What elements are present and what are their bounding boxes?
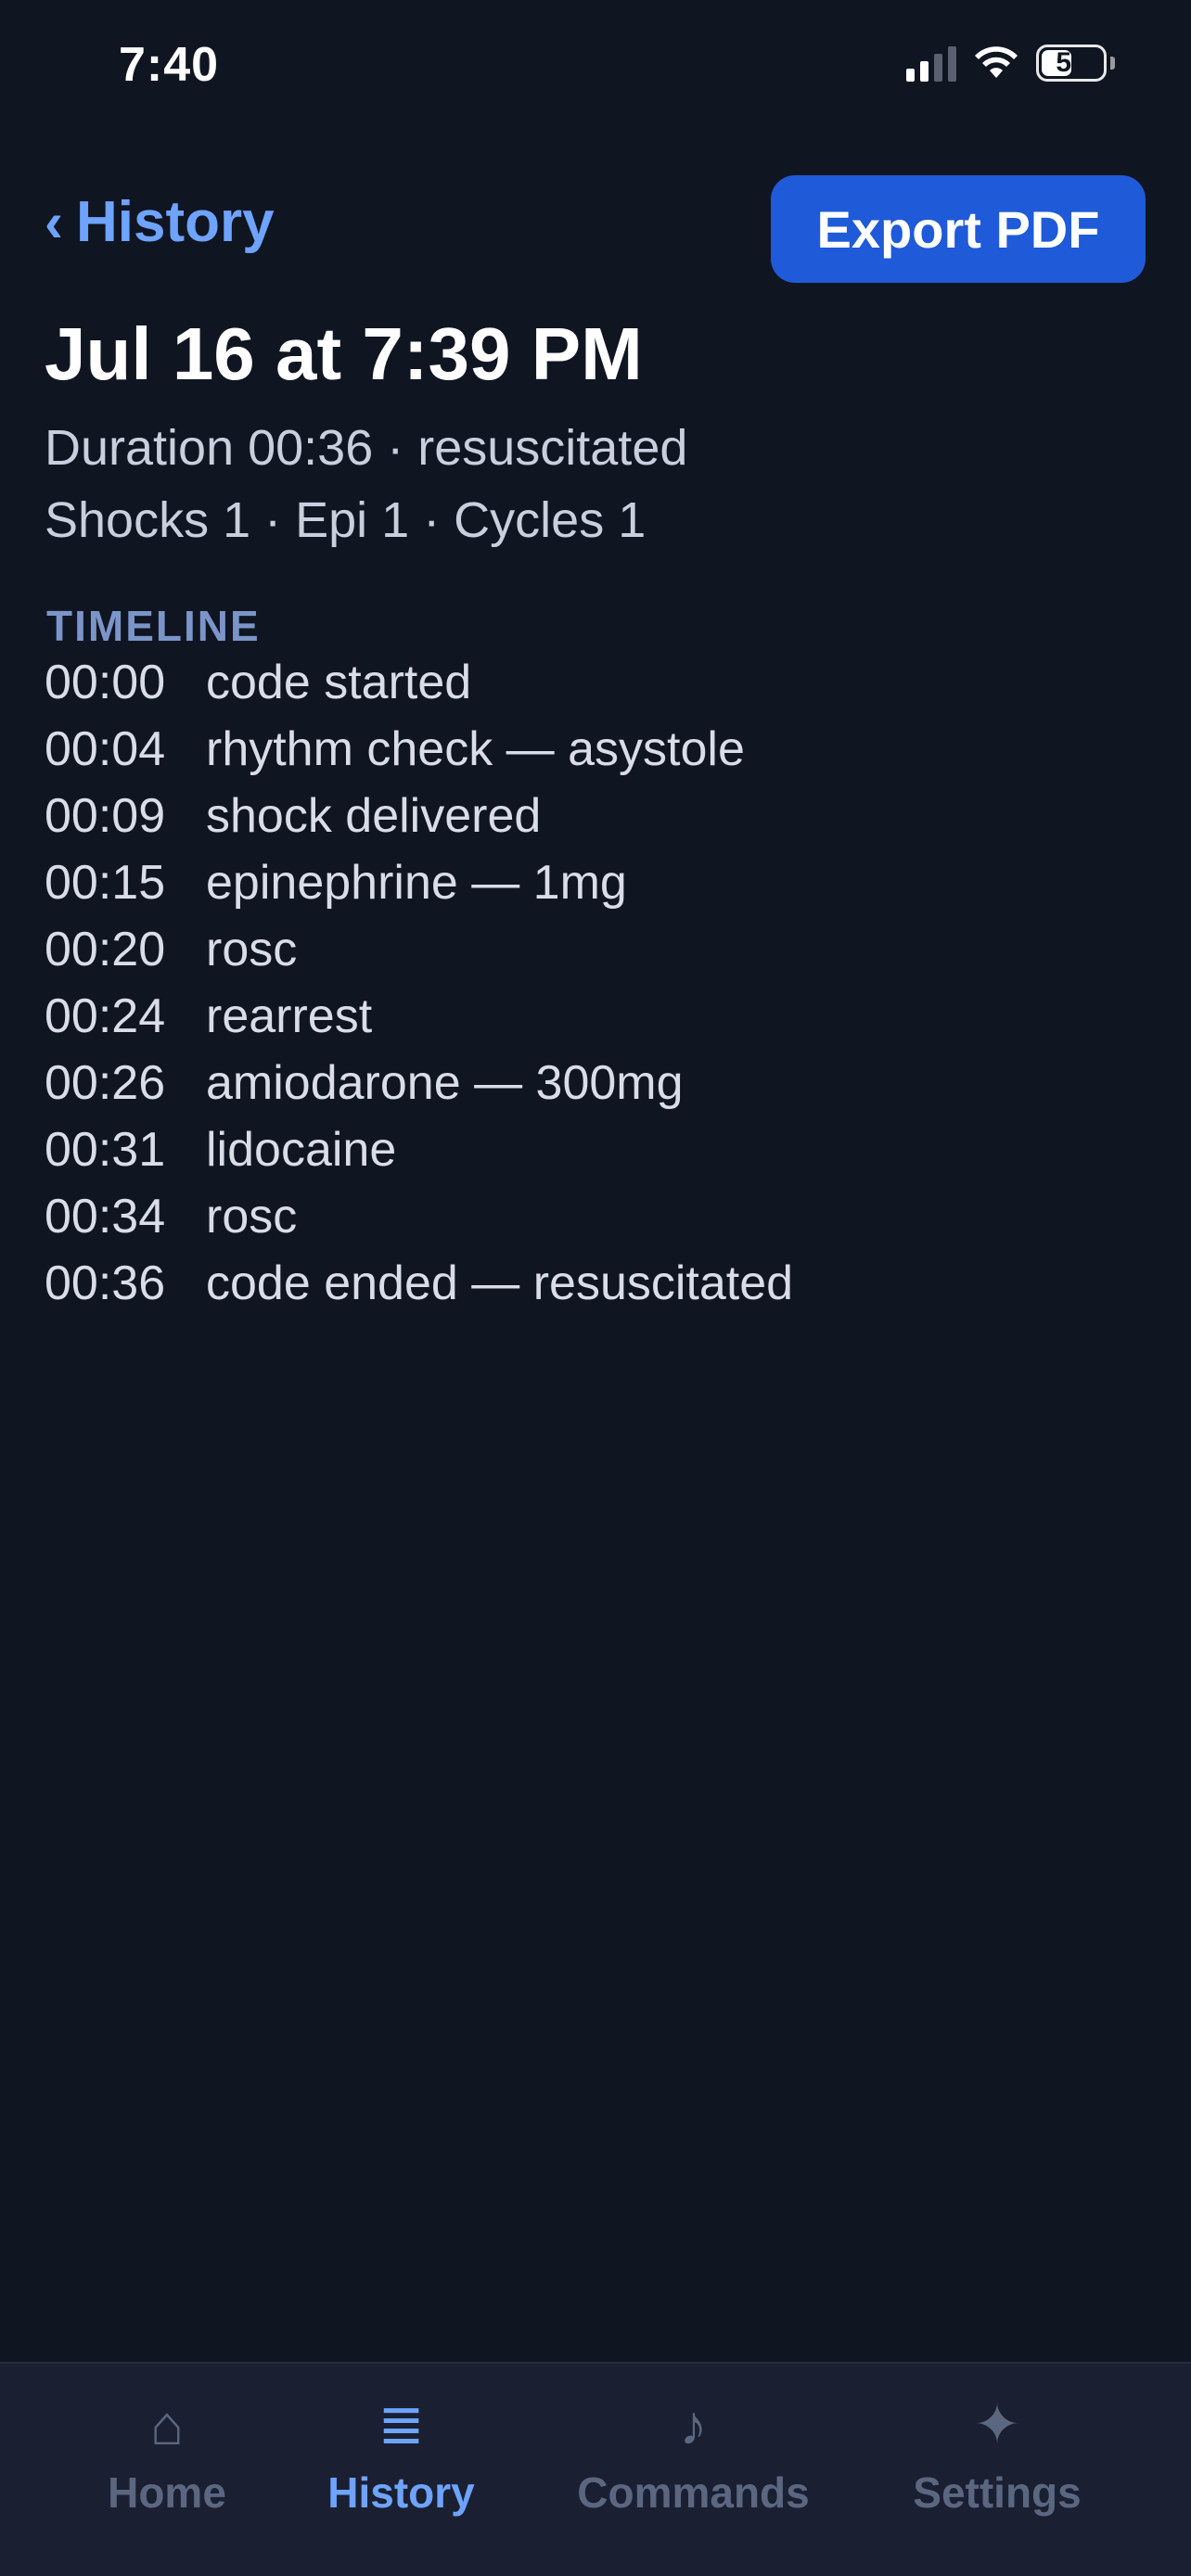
tab-label: Settings	[913, 2468, 1082, 2517]
timeline-time: 00:24	[45, 989, 166, 1043]
counts-summary: Shocks 1 · Epi 1 · Cycles 1	[45, 492, 647, 548]
history-detail-screen: 7:40 50 ‹ History Export PDF Jul 16 at 7…	[0, 0, 1191, 2576]
list-icon: ≣	[378, 2393, 425, 2455]
tab-label: Home	[108, 2468, 226, 2517]
timeline-event: code ended — resuscitated	[206, 1256, 794, 1310]
tab-home[interactable]: ⌂ Home	[97, 2390, 237, 2518]
timeline-row: 00:24 rearrest	[45, 983, 793, 1050]
tab-bar: ⌂ Home ≣ History ♪ Commands ✦ Settings	[0, 2362, 1191, 2576]
timeline-time: 00:04	[45, 722, 166, 776]
timeline-event: rhythm check — asystole	[206, 722, 745, 776]
timeline-event: code started	[206, 656, 472, 709]
timeline-time: 00:34	[45, 1190, 166, 1243]
home-icon: ⌂	[149, 2393, 185, 2456]
timeline-row: 00:26 amiodarone — 300mg	[45, 1050, 793, 1116]
timeline-event: rosc	[206, 1190, 298, 1243]
timeline-time: 00:26	[45, 1056, 166, 1110]
timeline-event: lidocaine	[206, 1123, 397, 1177]
tab-label: History	[327, 2468, 475, 2517]
tab-commands[interactable]: ♪ Commands	[570, 2390, 816, 2518]
status-bar: 7:40 50	[0, 0, 1191, 130]
timeline-row: 00:36 code ended — resuscitated	[45, 1250, 793, 1317]
battery-icon: 50	[1036, 45, 1107, 82]
timeline-event: shock delivered	[206, 789, 542, 843]
timeline-time: 00:00	[45, 656, 166, 709]
tab-history[interactable]: ≣ History	[315, 2390, 487, 2518]
tab-settings[interactable]: ✦ Settings	[904, 2390, 1090, 2518]
timeline-header: TIMELINE	[46, 602, 261, 650]
timeline-row: 00:09 shock delivered	[45, 783, 793, 849]
duration-summary: Duration 00:36 · resuscitated	[45, 420, 688, 476]
timeline-event: amiodarone — 300mg	[206, 1056, 684, 1110]
back-button-label: History	[75, 190, 275, 254]
export-pdf-button[interactable]: Export PDF	[771, 175, 1146, 283]
wifi-icon	[975, 46, 1018, 78]
timeline-time: 00:36	[45, 1256, 166, 1310]
music-note-icon: ♪	[679, 2393, 708, 2456]
battery-percent: 50	[1056, 47, 1087, 78]
back-button[interactable]: ‹ History	[45, 189, 275, 255]
sparkle-icon: ✦	[973, 2393, 1021, 2455]
timeline-row: 00:04 rhythm check — asystole	[45, 716, 793, 783]
timeline-time: 00:20	[45, 923, 166, 976]
timeline-row: 00:31 lidocaine	[45, 1116, 793, 1183]
cellular-signal-icon	[906, 45, 956, 82]
status-indicators: 50	[906, 45, 1115, 82]
status-time: 7:40	[119, 38, 220, 92]
timeline-event: rosc	[206, 923, 298, 976]
chevron-left-icon: ‹	[45, 190, 63, 253]
timeline-row: 00:15 epinephrine — 1mg	[45, 849, 793, 916]
timeline-time: 00:09	[45, 789, 166, 843]
timeline-event: rearrest	[206, 989, 373, 1043]
battery-cap	[1110, 57, 1115, 70]
timeline-event: epinephrine — 1mg	[206, 856, 627, 910]
timeline-time: 00:31	[45, 1123, 166, 1177]
tab-label: Commands	[577, 2468, 810, 2517]
timeline-list: 00:00 code started 00:04 rhythm check — …	[45, 649, 793, 1317]
timeline-time: 00:15	[45, 856, 166, 910]
timeline-row: 00:20 rosc	[45, 916, 793, 983]
page-title: Jul 16 at 7:39 PM	[45, 312, 643, 395]
timeline-row: 00:34 rosc	[45, 1183, 793, 1250]
timeline-row: 00:00 code started	[45, 649, 793, 716]
